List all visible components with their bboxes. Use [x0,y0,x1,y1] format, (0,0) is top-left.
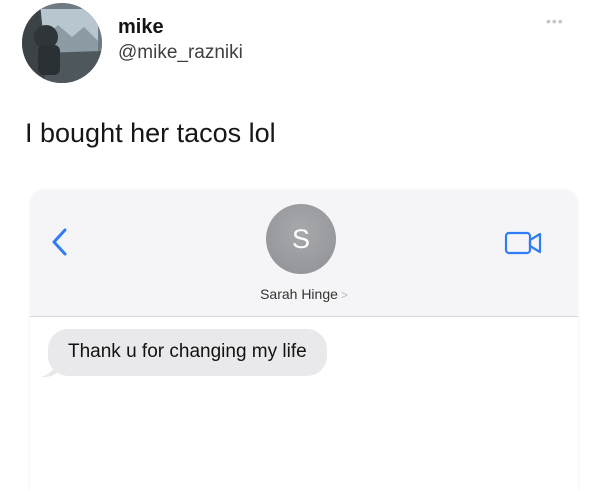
chevron-right-icon: > [340,288,348,302]
message-screenshot: S Sarah Hinge > Thank u for changing my l… [30,190,578,491]
message-header: S Sarah Hinge > [30,190,578,317]
avatar-photo [22,3,102,83]
tweet-text: I bought her tacos lol [25,118,276,148]
more-dots-icon[interactable]: ••• [546,13,564,29]
video-call-button[interactable] [504,230,544,256]
message-text: Thank u for changing my life [68,341,307,362]
contact-name-row[interactable]: Sarah Hinge > [30,286,578,302]
contact-avatar[interactable]: S [266,204,336,274]
tweet-header: mike @mike_razniki ••• [0,0,599,100]
user-name[interactable]: mike [118,16,164,39]
avatar[interactable] [22,3,102,83]
contact-initial: S [291,223,310,254]
back-button[interactable] [44,224,74,260]
message-bubble-received[interactable]: Thank u for changing my life [48,329,327,376]
chevron-left-icon [52,228,67,256]
user-handle[interactable]: @mike_razniki [118,42,243,64]
contact-name: Sarah Hinge [260,286,338,302]
video-camera-icon [504,231,542,255]
